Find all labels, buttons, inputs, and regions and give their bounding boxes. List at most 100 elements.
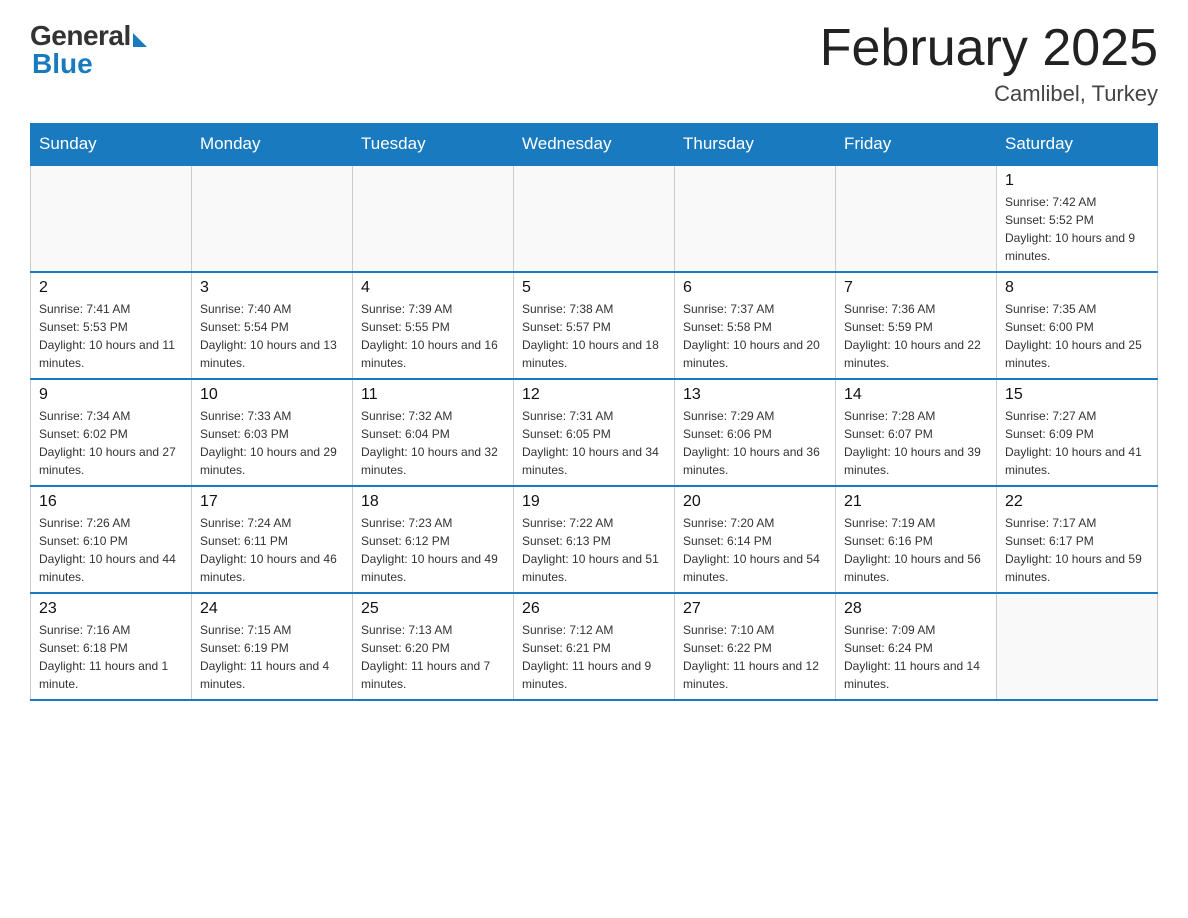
day-info: Sunrise: 7:15 AMSunset: 6:19 PMDaylight:… bbox=[200, 621, 344, 693]
calendar-cell: 26Sunrise: 7:12 AMSunset: 6:21 PMDayligh… bbox=[514, 593, 675, 700]
day-number: 20 bbox=[683, 493, 827, 511]
calendar-cell: 28 Sunrise: 7:09 AMSunset: 6:24 PMDayligh… bbox=[836, 593, 997, 700]
day-info: Sunrise: 7:38 AMSunset: 5:57 PMDaylight:… bbox=[522, 300, 666, 372]
day-number: 7 bbox=[844, 279, 988, 297]
day-number: 13 bbox=[683, 386, 827, 404]
day-info: Sunrise: 7:13 AMSunset: 6:20 PMDaylight:… bbox=[361, 621, 505, 693]
calendar-cell: 9Sunrise: 7:34 AMSunset: 6:02 PMDaylight… bbox=[31, 379, 192, 486]
calendar-cell: 12 Sunrise: 7:31 AMSunset: 6:05 PMDayligh… bbox=[514, 379, 675, 486]
day-number: 23 bbox=[39, 600, 183, 618]
day-of-week-header: Sunday bbox=[31, 124, 192, 166]
day-info: Sunrise: 7:41 AMSunset: 5:53 PMDaylight:… bbox=[39, 300, 183, 372]
calendar-week-row: 9Sunrise: 7:34 AMSunset: 6:02 PMDaylight… bbox=[31, 379, 1158, 486]
calendar-cell: 8 Sunrise: 7:35 AMSunset: 6:00 PMDaylight… bbox=[997, 272, 1158, 379]
day-number: 3 bbox=[200, 279, 344, 297]
day-of-week-header: Thursday bbox=[675, 124, 836, 166]
day-number: 21 bbox=[844, 493, 988, 511]
day-number: 27 bbox=[683, 600, 827, 618]
calendar-cell: 22 Sunrise: 7:17 AMSunset: 6:17 PMDayligh… bbox=[997, 486, 1158, 593]
day-info: Sunrise: 7:40 AMSunset: 5:54 PMDaylight:… bbox=[200, 300, 344, 372]
month-title: February 2025 bbox=[820, 20, 1158, 77]
calendar-cell: 17Sunrise: 7:24 AMSunset: 6:11 PMDayligh… bbox=[192, 486, 353, 593]
day-number: 12 bbox=[522, 386, 666, 404]
calendar-cell: 24Sunrise: 7:15 AMSunset: 6:19 PMDayligh… bbox=[192, 593, 353, 700]
day-number: 19 bbox=[522, 493, 666, 511]
calendar-cell: 15 Sunrise: 7:27 AMSunset: 6:09 PMDayligh… bbox=[997, 379, 1158, 486]
day-info: Sunrise: 7:09 AMSunset: 6:24 PMDaylight:… bbox=[844, 621, 988, 693]
calendar-cell: 11 Sunrise: 7:32 AMSunset: 6:04 PMDayligh… bbox=[353, 379, 514, 486]
calendar-cell: 25Sunrise: 7:13 AMSunset: 6:20 PMDayligh… bbox=[353, 593, 514, 700]
day-number: 4 bbox=[361, 279, 505, 297]
day-number: 26 bbox=[522, 600, 666, 618]
calendar-header-row: SundayMondayTuesdayWednesdayThursdayFrid… bbox=[31, 124, 1158, 166]
day-info: Sunrise: 7:27 AMSunset: 6:09 PMDaylight:… bbox=[1005, 407, 1149, 479]
calendar-cell bbox=[997, 593, 1158, 700]
calendar-cell: 2 Sunrise: 7:41 AMSunset: 5:53 PMDaylight… bbox=[31, 272, 192, 379]
day-info: Sunrise: 7:42 AMSunset: 5:52 PMDaylight:… bbox=[1005, 193, 1149, 265]
calendar-cell bbox=[192, 165, 353, 272]
day-of-week-header: Saturday bbox=[997, 124, 1158, 166]
day-info: Sunrise: 7:29 AMSunset: 6:06 PMDaylight:… bbox=[683, 407, 827, 479]
calendar-cell: 7 Sunrise: 7:36 AMSunset: 5:59 PMDaylight… bbox=[836, 272, 997, 379]
calendar-cell: 19 Sunrise: 7:22 AMSunset: 6:13 PMDayligh… bbox=[514, 486, 675, 593]
day-info: Sunrise: 7:31 AMSunset: 6:05 PMDaylight:… bbox=[522, 407, 666, 479]
location-title: Camlibel, Turkey bbox=[820, 81, 1158, 107]
day-number: 2 bbox=[39, 279, 183, 297]
calendar-cell: 20Sunrise: 7:20 AMSunset: 6:14 PMDayligh… bbox=[675, 486, 836, 593]
calendar-cell: 3 Sunrise: 7:40 AMSunset: 5:54 PMDaylight… bbox=[192, 272, 353, 379]
calendar-cell: 27 Sunrise: 7:10 AMSunset: 6:22 PMDayligh… bbox=[675, 593, 836, 700]
day-info: Sunrise: 7:17 AMSunset: 6:17 PMDaylight:… bbox=[1005, 514, 1149, 586]
day-of-week-header: Tuesday bbox=[353, 124, 514, 166]
calendar-cell: 14Sunrise: 7:28 AMSunset: 6:07 PMDayligh… bbox=[836, 379, 997, 486]
calendar-week-row: 23 Sunrise: 7:16 AMSunset: 6:18 PMDayligh… bbox=[31, 593, 1158, 700]
calendar-cell: 18 Sunrise: 7:23 AMSunset: 6:12 PMDayligh… bbox=[353, 486, 514, 593]
day-info: Sunrise: 7:19 AMSunset: 6:16 PMDaylight:… bbox=[844, 514, 988, 586]
page-header: General Blue February 2025 Camlibel, Tur… bbox=[30, 20, 1158, 107]
calendar-week-row: 16 Sunrise: 7:26 AMSunset: 6:10 PMDayligh… bbox=[31, 486, 1158, 593]
calendar-cell: 21 Sunrise: 7:19 AMSunset: 6:16 PMDayligh… bbox=[836, 486, 997, 593]
calendar-cell: 23 Sunrise: 7:16 AMSunset: 6:18 PMDayligh… bbox=[31, 593, 192, 700]
title-section: February 2025 Camlibel, Turkey bbox=[820, 20, 1158, 107]
calendar-cell: 5 Sunrise: 7:38 AMSunset: 5:57 PMDaylight… bbox=[514, 272, 675, 379]
calendar-cell: 16 Sunrise: 7:26 AMSunset: 6:10 PMDayligh… bbox=[31, 486, 192, 593]
day-info: Sunrise: 7:39 AMSunset: 5:55 PMDaylight:… bbox=[361, 300, 505, 372]
day-number: 16 bbox=[39, 493, 183, 511]
day-info: Sunrise: 7:33 AMSunset: 6:03 PMDaylight:… bbox=[200, 407, 344, 479]
day-info: Sunrise: 7:32 AMSunset: 6:04 PMDaylight:… bbox=[361, 407, 505, 479]
day-number: 8 bbox=[1005, 279, 1149, 297]
day-number: 22 bbox=[1005, 493, 1149, 511]
day-info: Sunrise: 7:10 AMSunset: 6:22 PMDaylight:… bbox=[683, 621, 827, 693]
calendar-cell: 6Sunrise: 7:37 AMSunset: 5:58 PMDaylight… bbox=[675, 272, 836, 379]
day-info: Sunrise: 7:23 AMSunset: 6:12 PMDaylight:… bbox=[361, 514, 505, 586]
calendar-table: SundayMondayTuesdayWednesdayThursdayFrid… bbox=[30, 123, 1158, 701]
calendar-cell: 10 Sunrise: 7:33 AMSunset: 6:03 PMDayligh… bbox=[192, 379, 353, 486]
logo-arrow-icon bbox=[133, 33, 147, 47]
day-info: Sunrise: 7:16 AMSunset: 6:18 PMDaylight:… bbox=[39, 621, 183, 693]
logo-blue-text: Blue bbox=[32, 48, 93, 80]
day-number: 18 bbox=[361, 493, 505, 511]
calendar-cell bbox=[31, 165, 192, 272]
day-info: Sunrise: 7:35 AMSunset: 6:00 PMDaylight:… bbox=[1005, 300, 1149, 372]
day-number: 14 bbox=[844, 386, 988, 404]
logo: General Blue bbox=[30, 20, 147, 80]
day-of-week-header: Wednesday bbox=[514, 124, 675, 166]
calendar-week-row: 2 Sunrise: 7:41 AMSunset: 5:53 PMDaylight… bbox=[31, 272, 1158, 379]
day-info: Sunrise: 7:36 AMSunset: 5:59 PMDaylight:… bbox=[844, 300, 988, 372]
calendar-cell bbox=[836, 165, 997, 272]
day-number: 1 bbox=[1005, 172, 1149, 190]
day-info: Sunrise: 7:22 AMSunset: 6:13 PMDaylight:… bbox=[522, 514, 666, 586]
calendar-cell: 1 Sunrise: 7:42 AMSunset: 5:52 PMDaylight… bbox=[997, 165, 1158, 272]
calendar-week-row: 1 Sunrise: 7:42 AMSunset: 5:52 PMDaylight… bbox=[31, 165, 1158, 272]
calendar-cell bbox=[353, 165, 514, 272]
day-of-week-header: Monday bbox=[192, 124, 353, 166]
day-of-week-header: Friday bbox=[836, 124, 997, 166]
day-number: 11 bbox=[361, 386, 505, 404]
day-number: 5 bbox=[522, 279, 666, 297]
day-info: Sunrise: 7:26 AMSunset: 6:10 PMDaylight:… bbox=[39, 514, 183, 586]
calendar-cell: 4 Sunrise: 7:39 AMSunset: 5:55 PMDaylight… bbox=[353, 272, 514, 379]
calendar-cell bbox=[514, 165, 675, 272]
day-number: 28 bbox=[844, 600, 988, 618]
day-info: Sunrise: 7:37 AMSunset: 5:58 PMDaylight:… bbox=[683, 300, 827, 372]
day-number: 15 bbox=[1005, 386, 1149, 404]
day-number: 10 bbox=[200, 386, 344, 404]
